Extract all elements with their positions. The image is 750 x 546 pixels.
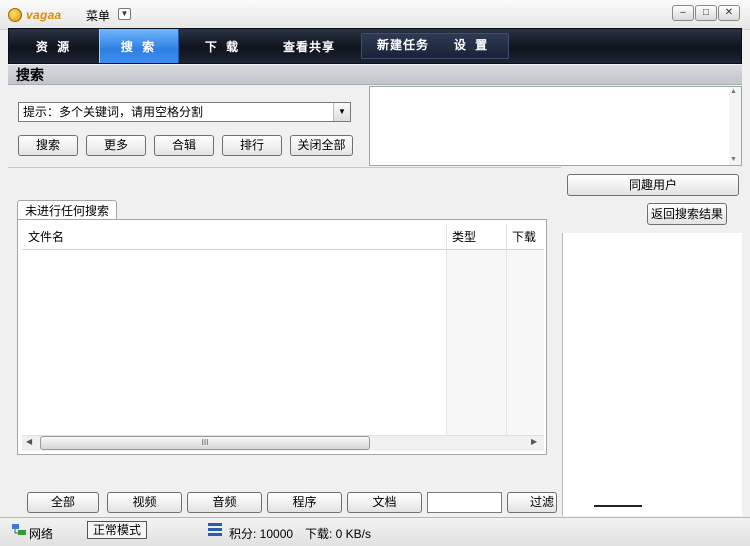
logo-text: vagaa xyxy=(26,8,62,22)
more-button[interactable]: 更多 xyxy=(86,135,146,156)
title-bar xyxy=(0,0,750,30)
app-logo: vagaa xyxy=(8,6,68,24)
network-status: 网络 xyxy=(29,527,54,541)
collection-button[interactable]: 合辑 xyxy=(154,135,214,156)
download-column-body xyxy=(507,250,544,435)
score-text: 积分: 10000 xyxy=(229,527,294,541)
tab-resources[interactable]: 资 源 xyxy=(19,29,89,63)
col-download[interactable]: 下载 xyxy=(506,224,544,250)
divider-line xyxy=(594,505,642,507)
maximize-button[interactable]: □ xyxy=(695,5,717,21)
similar-users-button[interactable]: 同趣用户 xyxy=(567,174,739,196)
mode-button[interactable]: 正常模式 xyxy=(87,521,147,539)
search-input[interactable]: 提示：多个关键词，请用空格分割 xyxy=(18,102,351,122)
filter-document-button[interactable]: 文档 xyxy=(347,492,422,513)
scroll-up-icon[interactable]: ▲ xyxy=(730,88,737,95)
main-nav: 资 源 搜 索 下 载 查看共享 新建任务 设 置 xyxy=(8,28,742,64)
tab-download[interactable]: 下 载 xyxy=(187,29,259,63)
col-filename[interactable]: 文件名 xyxy=(22,224,446,250)
score-icon xyxy=(208,523,222,536)
network-icon xyxy=(12,524,26,535)
column-divider xyxy=(506,224,507,436)
dropdown-arrow-icon[interactable]: ▼ xyxy=(333,103,350,121)
vagaa-logo-icon xyxy=(8,8,22,22)
col-type[interactable]: 类型 xyxy=(446,224,506,250)
tab-new-task[interactable]: 新建任务 xyxy=(365,29,441,63)
filter-button[interactable]: 过滤 xyxy=(507,492,557,513)
scroll-down-icon[interactable]: ▼ xyxy=(730,156,737,163)
scroll-left-icon[interactable]: ◀ xyxy=(26,437,32,446)
vertical-scrollbar[interactable]: ▲ ▼ xyxy=(729,87,741,165)
filter-video-button[interactable]: 视频 xyxy=(107,492,182,513)
close-button[interactable]: ✕ xyxy=(718,5,740,21)
results-header: 文件名 类型 下载 xyxy=(22,224,544,250)
ranking-button[interactable]: 排行 xyxy=(222,135,282,156)
filter-input[interactable] xyxy=(427,492,502,513)
download-speed: 下载: 0 KB/s xyxy=(305,527,372,541)
back-to-results-button[interactable]: 返回搜索结果 xyxy=(647,203,727,225)
results-tab[interactable]: 未进行任何搜索 xyxy=(17,200,117,220)
tab-search[interactable]: 搜 索 xyxy=(99,29,179,63)
filter-program-button[interactable]: 程序 xyxy=(267,492,342,513)
search-button[interactable]: 搜索 xyxy=(18,135,78,156)
tab-settings[interactable]: 设 置 xyxy=(441,29,503,63)
scroll-thumb[interactable]: III xyxy=(40,436,370,450)
minimize-button[interactable]: – xyxy=(672,5,694,21)
menu-button[interactable]: 菜单 xyxy=(86,7,110,24)
close-all-button[interactable]: 关闭全部 xyxy=(290,135,353,156)
tab-view-share[interactable]: 查看共享 xyxy=(267,29,351,63)
search-info-panel: ▲ ▼ xyxy=(369,86,742,166)
filter-all-button[interactable]: 全部 xyxy=(27,492,99,513)
column-divider xyxy=(446,224,447,436)
chevron-down-icon[interactable]: ▼ xyxy=(118,8,131,20)
scroll-right-icon[interactable]: ▶ xyxy=(531,437,537,446)
filter-audio-button[interactable]: 音频 xyxy=(187,492,262,513)
type-column-body xyxy=(446,250,506,435)
section-title: 搜索 xyxy=(8,65,742,85)
